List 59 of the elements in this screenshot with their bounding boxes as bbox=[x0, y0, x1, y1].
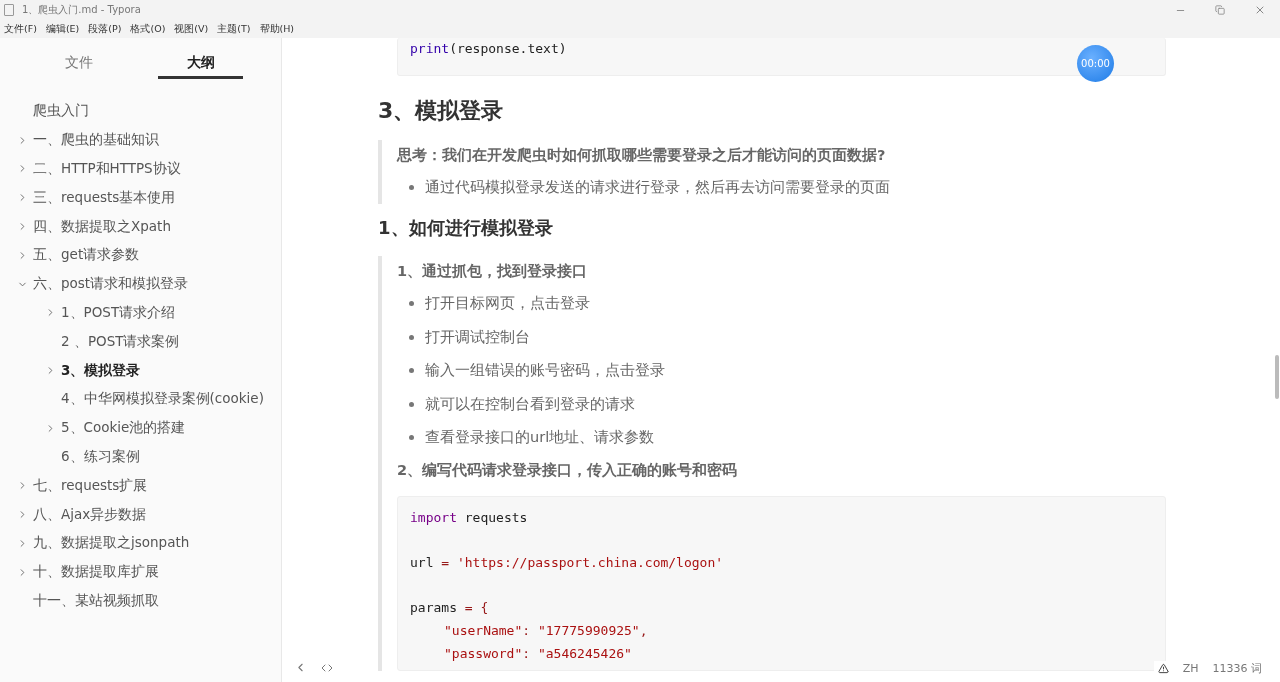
bullet-icon bbox=[409, 435, 414, 441]
outline-item[interactable]: 二、HTTP和HTTPS协议 bbox=[33, 160, 181, 178]
sidebar-tab[interactable]: 文件 bbox=[36, 50, 121, 79]
heading: 3、模拟登录 bbox=[378, 96, 505, 125]
app-icon bbox=[4, 4, 14, 16]
list-item: 打开调试控制台 bbox=[425, 327, 530, 347]
window-title: 1、爬虫入门.md - Typora bbox=[22, 3, 142, 17]
code-line: "password": "a546245426" bbox=[443, 644, 633, 663]
scrollbar-thumb[interactable] bbox=[1275, 355, 1279, 399]
menu-item[interactable]: 视图(V) bbox=[174, 22, 209, 36]
outline-item[interactable]: 九、数据提取之jsonpath bbox=[33, 534, 190, 553]
outline-item[interactable]: 八、Ajax异步数据 bbox=[33, 505, 147, 524]
bullet-icon bbox=[409, 301, 414, 307]
sidebar-tab[interactable]: 大纲 bbox=[158, 50, 243, 79]
outline-item[interactable]: 七、requests扩展 bbox=[33, 476, 148, 495]
outline-item[interactable]: 5、Cookie池的搭建 bbox=[61, 419, 186, 438]
bullet-icon bbox=[409, 184, 414, 190]
bullet-icon bbox=[409, 368, 414, 374]
outline-item[interactable]: 爬虫入门 bbox=[33, 102, 89, 121]
code-line: print(response.text) bbox=[410, 40, 568, 58]
list-item: 通过代码模拟登录发送的请求进行登录，然后再去访问需要登录的页面 bbox=[425, 177, 890, 197]
outline-item[interactable]: 4、中华网模拟登录案例(cookie) bbox=[61, 390, 264, 409]
outline-item[interactable]: 五、get请求参数 bbox=[33, 246, 140, 265]
restore-icon[interactable] bbox=[1215, 5, 1225, 15]
bold-paragraph: 1、通过抓包，找到登录接口 bbox=[397, 262, 589, 282]
bullet-icon bbox=[409, 334, 414, 340]
close-icon[interactable] bbox=[1254, 4, 1266, 16]
code-line: params = { bbox=[410, 599, 490, 618]
caret-icon[interactable] bbox=[17, 249, 28, 261]
menu-item[interactable]: 段落(P) bbox=[88, 22, 122, 36]
word-count[interactable]: 11336 词 bbox=[1212, 661, 1262, 676]
list-item: 就可以在控制台看到登录的请求 bbox=[425, 394, 635, 414]
menu-item[interactable]: 主题(T) bbox=[217, 22, 251, 36]
bold-paragraph: 思考：我们在开发爬虫时如何抓取哪些需要登录之后才能访问的页面数据? bbox=[397, 145, 887, 165]
outline-item[interactable]: 6、练习案例 bbox=[61, 447, 140, 466]
code-line: url = 'https://passport.china.com/logon' bbox=[410, 554, 725, 573]
list-item: 打开目标网页，点击登录 bbox=[425, 294, 590, 314]
outline-item[interactable]: 3、模拟登录 bbox=[61, 361, 141, 380]
outline-item[interactable]: 六、post请求和模拟登录 bbox=[33, 275, 189, 294]
menu-item[interactable]: 帮助(H) bbox=[259, 22, 295, 36]
outline-item[interactable]: 一、爬虫的基础知识 bbox=[33, 131, 159, 150]
menu-item[interactable]: 文件(F) bbox=[4, 22, 37, 36]
outline-item[interactable]: 2 、POST请求案例 bbox=[61, 332, 180, 351]
language-indicator[interactable]: ZH bbox=[1182, 662, 1199, 675]
list-item: 输入一组错误的账号密码，点击登录 bbox=[425, 361, 665, 381]
outline-item[interactable]: 1、POST请求介绍 bbox=[61, 303, 176, 322]
menu-item[interactable]: 格式(O) bbox=[130, 22, 166, 36]
bullet-icon bbox=[409, 401, 414, 407]
outline-item[interactable]: 十一、某站视频抓取 bbox=[33, 591, 159, 610]
code-line: "userName": "17775990925", bbox=[443, 622, 649, 641]
code-line: import requests bbox=[410, 508, 529, 527]
heading: 1、如何进行模拟登录 bbox=[378, 216, 554, 241]
outline-item[interactable]: 四、数据提取之Xpath bbox=[33, 217, 171, 236]
menu-item[interactable]: 编辑(E) bbox=[45, 22, 80, 36]
warning-icon bbox=[1157, 663, 1169, 674]
list-item: 查看登录接口的url地址、请求参数 bbox=[425, 428, 655, 448]
outline-item[interactable]: 三、requests基本使用 bbox=[33, 188, 176, 207]
bold-paragraph: 2、编写代码请求登录接口，传入正确的账号和密码 bbox=[397, 460, 739, 480]
outline-item[interactable]: 十、数据提取库扩展 bbox=[33, 563, 159, 582]
